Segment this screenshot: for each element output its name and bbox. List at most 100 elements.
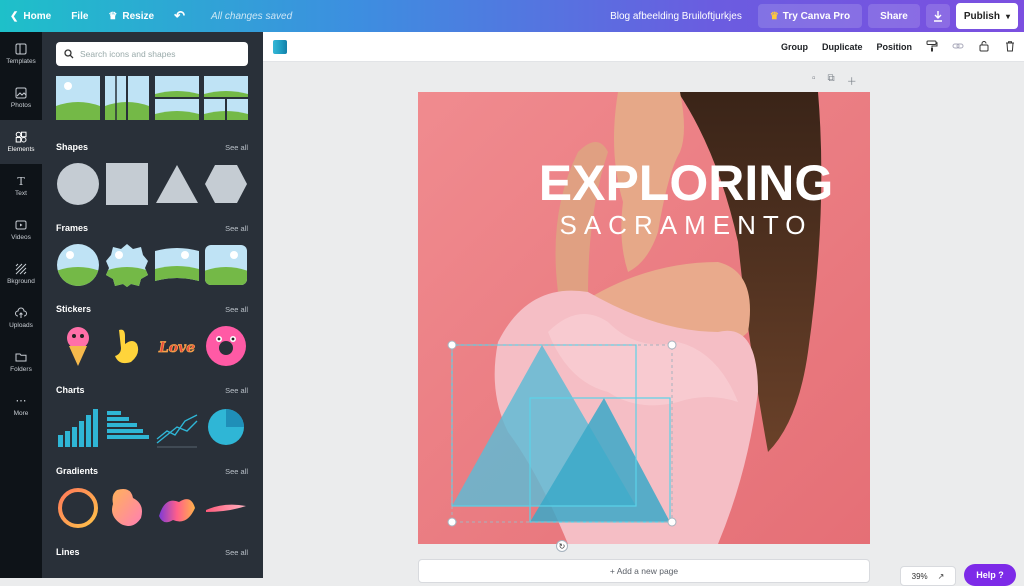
rail-uploads[interactable]: Uploads (0, 296, 42, 340)
rail-label: Photos (10, 102, 32, 109)
section-title: Frames (56, 223, 89, 233)
donut-sticker[interactable] (204, 324, 248, 368)
pie-chart-thumb[interactable] (204, 405, 248, 449)
rail-elements[interactable]: Elements (0, 120, 42, 164)
photo-grid-thumb[interactable] (56, 76, 100, 120)
resize-handle-nw[interactable] (447, 340, 457, 350)
section-photos (56, 76, 248, 120)
rail-more[interactable]: ⋯ More (0, 384, 42, 428)
svg-text:Love: Love (158, 340, 195, 356)
resize-handle-sw[interactable] (447, 517, 457, 527)
color-swatch-button[interactable] (273, 40, 287, 54)
subhead-text[interactable]: SACRAMENTO (560, 210, 813, 240)
badge-frame[interactable] (105, 243, 149, 287)
add-page-icon[interactable]: ＋ (847, 73, 857, 88)
design-page[interactable]: EXPLORING SACRAMENTO (418, 92, 870, 544)
try-pro-label: Try Canva Pro (782, 10, 851, 22)
rail-text[interactable]: T Text (0, 164, 42, 208)
elements-panel: Search icons and shapes Shapes See all F… (42, 32, 263, 578)
section-charts: Charts See all (56, 383, 248, 449)
rail-folders[interactable]: Folders (0, 340, 42, 384)
hand-sticker[interactable] (105, 324, 149, 368)
horizontal-bar-chart-thumb[interactable] (105, 405, 150, 449)
search-input[interactable]: Search icons and shapes (56, 42, 248, 66)
document-title[interactable]: Blog afbeelding Bruiloftjurkjes (610, 11, 742, 22)
rail-photos[interactable]: Photos (0, 76, 42, 120)
rounded-frame[interactable] (204, 243, 248, 287)
search-icon (64, 49, 74, 59)
gradient-swirl[interactable] (155, 486, 199, 530)
resize-button[interactable]: ♛ Resize (98, 0, 164, 32)
copy-page-icon[interactable]: ⧉ (828, 73, 835, 88)
square-shape[interactable] (105, 162, 149, 206)
folders-icon (15, 353, 27, 362)
link-icon[interactable] (952, 40, 964, 55)
background-icon (15, 263, 27, 275)
circle-shape[interactable] (56, 162, 100, 206)
photo-grid-thumb[interactable] (154, 76, 199, 120)
paint-roller-icon[interactable] (926, 40, 938, 55)
zoom-control[interactable]: 39% ↗ (900, 566, 956, 586)
love-text-sticker[interactable]: Love (155, 324, 199, 368)
rotate-icon: ↻ (558, 541, 566, 551)
see-all-link[interactable]: See all (225, 467, 248, 476)
rail-background[interactable]: Bkground (0, 252, 42, 296)
see-all-link[interactable]: See all (225, 224, 248, 233)
circle-frame[interactable] (56, 243, 100, 287)
videos-icon (15, 220, 27, 230)
triangle-shape[interactable] (155, 162, 199, 206)
rotate-handle[interactable]: ↻ (556, 540, 568, 552)
gradient-brush-stroke[interactable] (204, 486, 248, 530)
position-button[interactable]: Position (877, 42, 913, 52)
rail-label: Elements (7, 146, 35, 153)
section-title: Charts (56, 385, 85, 395)
rail-label: Bkground (7, 278, 35, 285)
duplicate-button[interactable]: Duplicate (822, 42, 863, 52)
rail-label: Videos (11, 234, 31, 241)
text-icon: T (17, 174, 25, 188)
see-all-link[interactable]: See all (225, 305, 248, 314)
rail-templates[interactable]: Templates (0, 32, 42, 76)
download-button[interactable] (925, 4, 950, 28)
hexagon-shape[interactable] (204, 162, 248, 206)
headline-text[interactable]: EXPLORING (539, 155, 833, 211)
rail-videos[interactable]: Videos (0, 208, 42, 252)
lock-icon[interactable] (978, 40, 990, 55)
undo-icon: ↶ (174, 8, 185, 23)
gradient-blob[interactable] (105, 486, 149, 530)
trash-icon[interactable] (1004, 40, 1016, 55)
photo-grid-thumb[interactable] (203, 76, 248, 120)
undo-button[interactable]: ↶ (164, 0, 195, 32)
chevron-down-icon: ▾ (1005, 11, 1010, 21)
section-stickers: Stickers See all Love (56, 302, 248, 368)
add-page-button[interactable]: + Add a new page (418, 559, 870, 583)
download-icon (933, 11, 942, 22)
see-all-link[interactable]: See all (225, 386, 248, 395)
rail-label: Folders (10, 366, 32, 373)
gradient-ring[interactable] (56, 486, 100, 530)
context-toolbar: Group Duplicate Position (263, 32, 1024, 62)
ice-cream-sticker[interactable] (56, 324, 100, 368)
see-all-link[interactable]: See all (225, 548, 248, 557)
file-menu[interactable]: File (61, 0, 98, 32)
page-tools: ▫ ⧉ ＋ (812, 73, 857, 88)
share-button[interactable]: Share (868, 4, 920, 28)
home-button[interactable]: ❮ Home (0, 0, 61, 32)
publish-button[interactable]: Publish ▾ (955, 3, 1018, 29)
section-title: Lines (56, 547, 80, 557)
rail-label: More (13, 409, 29, 417)
more-icon: ⋯ (15, 394, 27, 407)
wave-frame[interactable] (154, 243, 199, 287)
help-button[interactable]: Help ? (964, 564, 1016, 586)
photo-grid-thumb[interactable] (105, 76, 150, 120)
try-canva-pro-button[interactable]: ♛ Try Canva Pro (757, 4, 863, 28)
rail-label: Uploads (9, 322, 33, 329)
resize-handle-se[interactable] (667, 517, 677, 527)
group-button[interactable]: Group (781, 42, 808, 52)
line-chart-thumb[interactable] (155, 405, 199, 449)
bar-chart-thumb[interactable] (56, 405, 100, 449)
section-title: Gradients (56, 466, 99, 476)
resize-handle-ne[interactable] (667, 340, 677, 350)
see-all-link[interactable]: See all (225, 143, 248, 152)
note-icon[interactable]: ▫ (812, 73, 816, 88)
